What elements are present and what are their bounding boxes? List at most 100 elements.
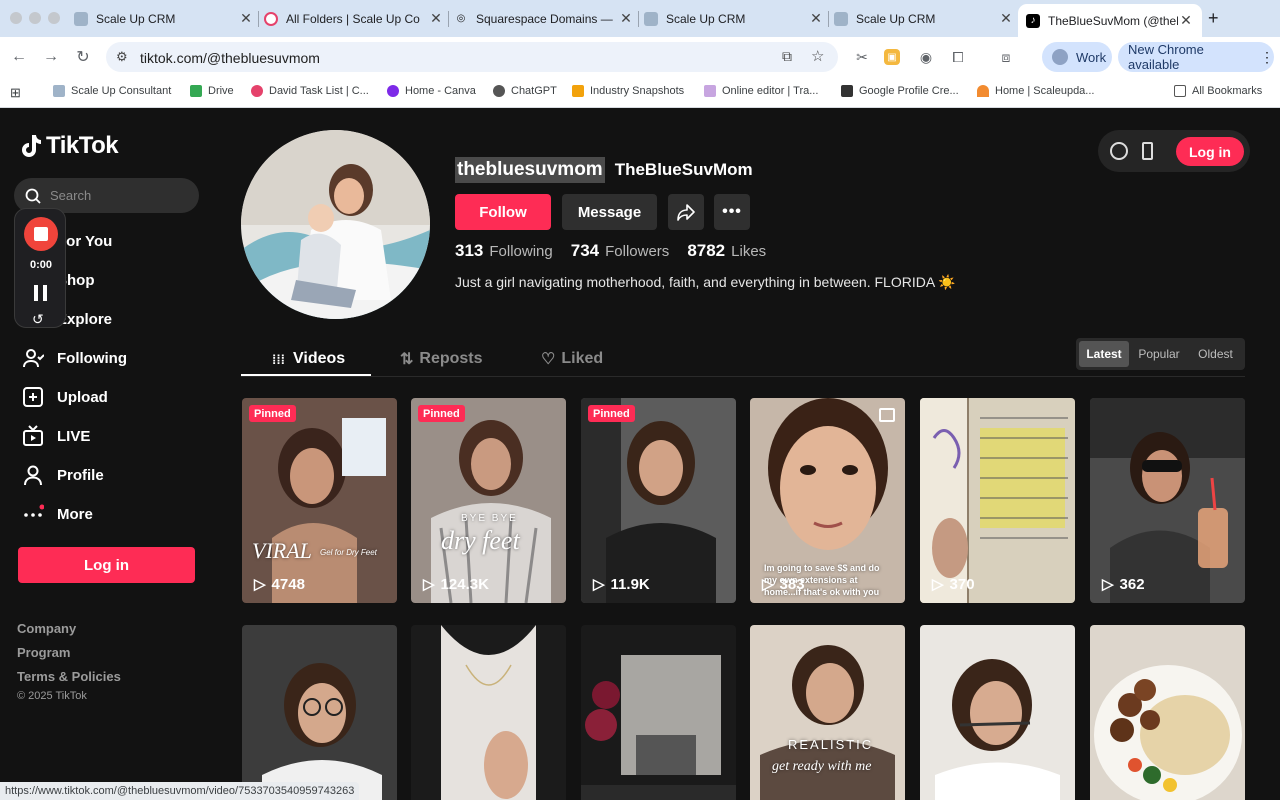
tab-videos[interactable]: ⁞⁞⁞ Videos — [272, 344, 345, 374]
footer-link-company[interactable]: Company — [17, 621, 76, 636]
video-card[interactable]: REALISTIC get ready with me — [750, 625, 905, 800]
bookmark-item[interactable]: ChatGPT — [493, 85, 557, 97]
video-card[interactable]: Pinned ▷ 11.9K — [581, 398, 736, 603]
bookmark-item[interactable]: Home - Canva — [387, 85, 476, 97]
tab-liked[interactable]: ♡ Liked — [541, 344, 603, 374]
sidebar-login-button[interactable]: Log in — [18, 547, 195, 583]
site-settings-icon[interactable]: ⚙ — [116, 49, 128, 65]
pause-icon — [34, 285, 38, 301]
close-icon[interactable]: ✕ — [428, 10, 444, 27]
followers-label[interactable]: Followers — [605, 243, 669, 260]
bookmark-item[interactable]: Scale Up Consultant — [53, 85, 171, 97]
view-count: ▷ 4748 — [254, 575, 305, 594]
window-close-button[interactable] — [10, 12, 22, 24]
install-app-icon[interactable]: ⧉ — [782, 48, 792, 65]
video-card[interactable] — [581, 625, 736, 800]
video-card[interactable]: ▷ 362 — [1090, 398, 1245, 603]
puzzle-icon[interactable]: ⧠ — [948, 47, 968, 67]
forward-button[interactable]: → — [41, 47, 61, 67]
video-card[interactable] — [920, 625, 1075, 800]
footer-link-terms[interactable]: Terms & Policies — [17, 669, 121, 684]
extension-icon[interactable]: ✂ — [852, 47, 872, 67]
bookmark-item[interactable]: Drive — [190, 85, 234, 97]
sidebar-item-live[interactable]: LIVE — [20, 422, 90, 450]
profile-nickname: TheBlueSuvMom — [614, 160, 753, 179]
all-bookmarks-button[interactable]: All Bookmarks — [1174, 85, 1262, 97]
coins-icon[interactable] — [1110, 142, 1128, 160]
sort-latest-button[interactable]: Latest — [1079, 341, 1129, 367]
new-tab-button[interactable]: + — [1208, 4, 1228, 33]
window-zoom-button[interactable] — [48, 12, 60, 24]
sidebar-item-label: Following — [57, 349, 127, 367]
bookmark-item[interactable]: Online editor | Tra... — [704, 85, 818, 97]
profile-stats: 313 Following 734 Followers 8782 Likes — [455, 241, 784, 261]
bookmark-item[interactable]: David Task List | C... — [251, 85, 369, 97]
sort-oldest-button[interactable]: Oldest — [1189, 341, 1242, 367]
bookmark-star-icon[interactable]: ☆ — [811, 47, 824, 65]
close-icon[interactable]: ✕ — [998, 10, 1014, 27]
reload-icon: ↻ — [76, 49, 90, 66]
browser-tab[interactable]: ◎ Squarespace Domains — ✕ — [454, 4, 634, 33]
stop-icon — [34, 227, 48, 241]
browser-tab[interactable]: Scale Up CRM ✕ — [834, 4, 1014, 33]
profile-avatar — [241, 130, 430, 319]
follow-button[interactable]: Follow — [455, 194, 551, 230]
stop-recording-button[interactable] — [24, 217, 58, 251]
video-card[interactable] — [411, 625, 566, 800]
side-panel-icon[interactable]: ⧈ — [996, 47, 1016, 67]
video-card[interactable] — [242, 625, 397, 800]
sidebar-item-upload[interactable]: Upload — [20, 383, 108, 411]
view-count-text: 11.9K — [610, 575, 650, 593]
bookmark-item[interactable]: Home | Scaleupda... — [977, 85, 1094, 97]
play-icon: ▷ — [423, 576, 435, 593]
browser-tab-active[interactable]: ♪ TheBlueSuvMom (@theb ✕ — [1018, 4, 1202, 37]
share-button[interactable] — [668, 194, 704, 230]
video-card[interactable] — [1090, 625, 1245, 800]
restart-recording-icon[interactable]: ↺ — [32, 311, 44, 328]
back-button[interactable]: ← — [9, 47, 29, 67]
footer-link-program[interactable]: Program — [17, 645, 70, 660]
close-icon[interactable]: ✕ — [238, 10, 254, 27]
window-minimize-button[interactable] — [29, 12, 41, 24]
extension-icon[interactable]: ◉ — [916, 47, 936, 67]
mobile-app-icon[interactable] — [1142, 142, 1153, 160]
video-card[interactable]: ▷ 370 — [920, 398, 1075, 603]
browser-tab[interactable]: All Folders | Scale Up Co ✕ — [264, 4, 444, 33]
video-card[interactable]: Pinned VIRAL Gel for Dry Feet ▷ 4748 — [242, 398, 397, 603]
close-icon[interactable]: ✕ — [808, 10, 824, 27]
bookmark-item[interactable]: Industry Snapshots — [572, 85, 684, 97]
close-icon[interactable]: ✕ — [618, 10, 634, 27]
pause-recording-button[interactable] — [34, 285, 48, 301]
bookmark-label: Google Profile Cre... — [859, 85, 959, 97]
more-options-button[interactable]: ••• — [714, 194, 750, 230]
play-icon: ▷ — [593, 576, 605, 593]
bookmarks-bar: ⊞ Scale Up Consultant Drive David Task L… — [0, 77, 1280, 108]
apps-grid-icon[interactable]: ⊞ — [10, 85, 21, 101]
tab-title: Scale Up CRM — [666, 11, 746, 26]
bookmark-item[interactable]: Google Profile Cre... — [841, 85, 959, 97]
tab-reposts[interactable]: ⇅ Reposts — [400, 344, 483, 374]
close-icon[interactable]: ✕ — [1178, 12, 1194, 29]
sidebar-item-following[interactable]: Following — [20, 344, 127, 372]
extension-icon[interactable]: ▣ — [884, 49, 900, 65]
play-icon: ▷ — [762, 576, 774, 593]
following-label[interactable]: Following — [489, 243, 552, 260]
likes-count: 8782 — [687, 241, 726, 260]
sidebar-item-more[interactable]: More — [20, 500, 93, 528]
address-bar[interactable]: ⚙ tiktok.com/@thebluesuvmom ⧉ ☆ — [106, 42, 838, 72]
view-count-text: 4748 — [271, 575, 305, 593]
video-card[interactable]: Im going to save $$ and do my own extens… — [750, 398, 905, 603]
browser-tab[interactable]: Scale Up CRM ✕ — [644, 4, 824, 33]
header-login-button[interactable]: Log in — [1176, 137, 1244, 166]
browser-tab[interactable]: Scale Up CRM ✕ — [74, 4, 254, 33]
message-button[interactable]: Message — [562, 194, 657, 230]
tiktok-logo[interactable]: TikTok — [20, 132, 119, 160]
reload-button[interactable]: ↻ — [73, 47, 93, 67]
video-card[interactable]: Pinned BYE BYE dry feet ▷ 124.3K — [411, 398, 566, 603]
sidebar-item-profile[interactable]: Profile — [20, 461, 104, 489]
video-overlay-text: Gel for Dry Feet — [320, 548, 377, 557]
profile-button[interactable]: Work — [1042, 42, 1112, 72]
update-chrome-button[interactable]: New Chrome available ⋮ — [1118, 42, 1274, 72]
chatgpt-icon — [493, 85, 505, 97]
sort-popular-button[interactable]: Popular — [1132, 341, 1186, 367]
